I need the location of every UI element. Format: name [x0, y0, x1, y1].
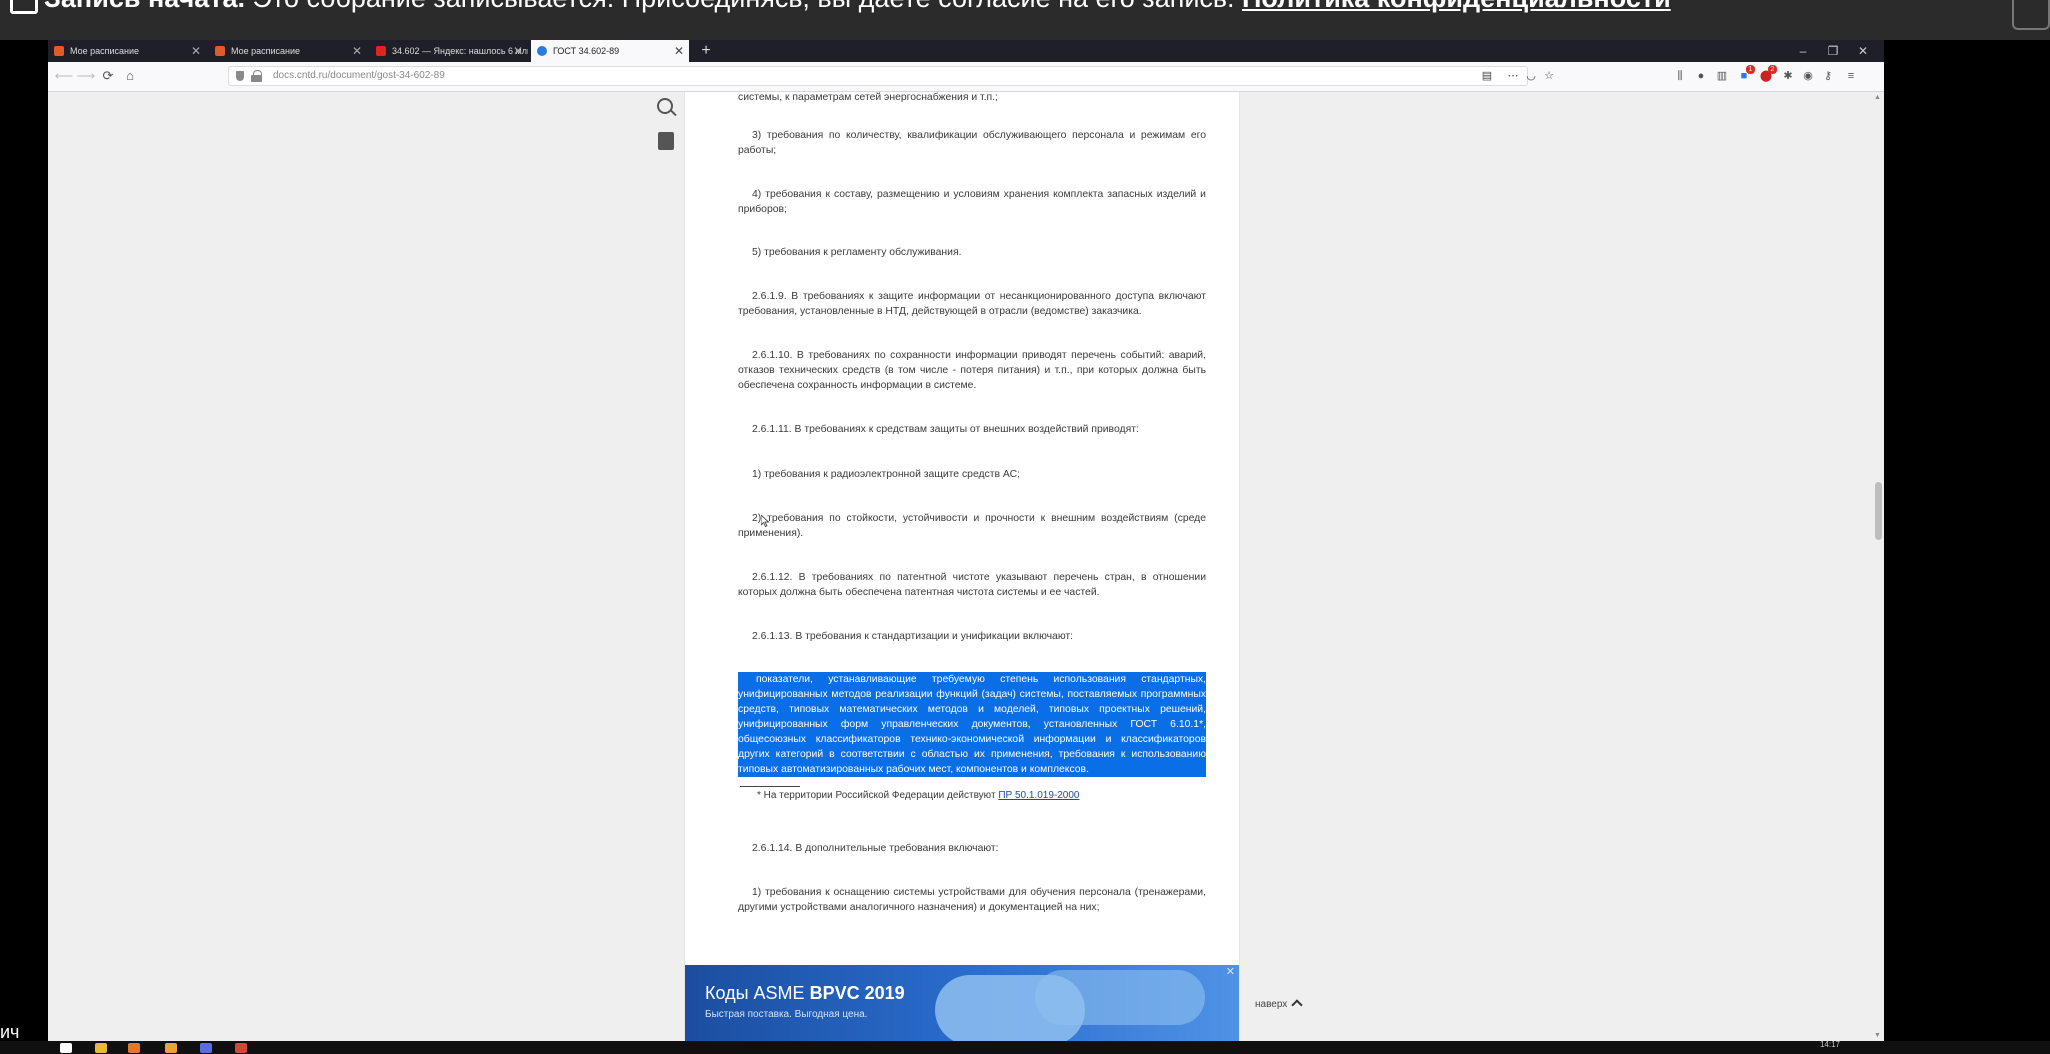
- ad-title: Коды ASME BPVC 2019: [705, 983, 905, 1004]
- app-icon[interactable]: [235, 1043, 247, 1053]
- footnote-divider: [740, 786, 800, 787]
- doc-paragraph: 2.6.1.9. В требованиях к защите информац…: [738, 291, 1206, 317]
- tab-gost-34-602-89[interactable]: ГОСТ 34.602-89 ✕: [531, 40, 689, 62]
- advertisement-banner[interactable]: Коды ASME BPVC 2019 Быстрая поставка. Вы…: [685, 965, 1239, 1041]
- navigation-toolbar: ⟵ ⟶ ⟳ ⌂ docs.cntd.ru/document/gost-34-60…: [48, 62, 1884, 92]
- recording-icon: [10, 0, 38, 14]
- ad-close-icon[interactable]: ✕: [1226, 965, 1235, 978]
- maximize-button[interactable]: ❐: [1818, 40, 1848, 62]
- app-icon[interactable]: [165, 1043, 177, 1053]
- doc-paragraph: 5) требования к регламенту обслуживания.: [752, 247, 962, 258]
- scrollbar-thumb[interactable]: [1875, 482, 1882, 540]
- account-icon[interactable]: ◉: [1800, 68, 1816, 84]
- doc-paragraph: 1) требования к оснащению системы устрой…: [738, 887, 1206, 913]
- new-tab-button[interactable]: +: [696, 40, 716, 62]
- tab-my-schedule-1[interactable]: Мое расписание ✕: [48, 40, 206, 62]
- recording-banner: Запись начата. Это собрание записывается…: [0, 0, 2050, 40]
- tab-title: ГОСТ 34.602-89: [553, 46, 620, 56]
- close-tab-icon[interactable]: ✕: [674, 40, 684, 62]
- close-window-button[interactable]: ✕: [1848, 40, 1878, 62]
- tab-title: 34.602 — Яндекс: нашлось 6 млн: [392, 46, 528, 56]
- tab-title: Мое расписание: [70, 46, 140, 56]
- teams-icon[interactable]: [200, 1043, 212, 1053]
- back-to-top-link[interactable]: наверх: [1255, 999, 1303, 1011]
- scroll-down-icon[interactable]: ▼: [1874, 1032, 1881, 1039]
- menu-icon[interactable]: ≡: [1843, 68, 1859, 84]
- reader-view-icon[interactable]: ▤: [1479, 68, 1495, 84]
- yandex-favicon-icon: [376, 46, 386, 56]
- site-favicon-icon: [54, 46, 64, 56]
- participant-caption: ич: [0, 1022, 20, 1042]
- doc-paragraph: 3) требования по количеству, квалификаци…: [738, 130, 1206, 156]
- tracking-shield-icon[interactable]: [236, 71, 244, 81]
- page-scrollbar[interactable]: ▲ ▼: [1872, 92, 1884, 1041]
- windows-start-icon[interactable]: [60, 1043, 72, 1053]
- doc-paragraph: 2.6.1.14. В дополнительные требования вк…: [752, 843, 999, 854]
- banner-button[interactable]: [2012, 0, 2050, 30]
- adblock-badge: 2: [1768, 65, 1777, 74]
- scroll-up-icon[interactable]: ▲: [1874, 94, 1881, 101]
- minimize-button[interactable]: –: [1788, 40, 1818, 62]
- doc-paragraph: 1) требования к радиоэлектронной защите …: [752, 469, 1021, 480]
- doc-paragraph: 2) требования по стойкости, устойчивости…: [738, 513, 1206, 539]
- footnote-link[interactable]: ПР 50.1.019-2000: [998, 790, 1079, 801]
- cntd-favicon-icon: [537, 46, 547, 56]
- close-tab-icon[interactable]: ✕: [513, 40, 523, 62]
- sidebar-icon[interactable]: ▥: [1714, 68, 1730, 84]
- tab-yandex-search[interactable]: 34.602 — Яндекс: нашлось 6 млн ✕: [370, 40, 528, 62]
- ad-subtitle: Быстрая поставка. Выгодная цена.: [705, 1009, 868, 1020]
- footnote: * На территории Российской Федерации дей…: [757, 789, 1079, 803]
- key-icon[interactable]: ⚷: [1820, 68, 1836, 84]
- address-bar[interactable]: docs.cntd.ru/document/gost-34-602-89 ▤ ⋯…: [228, 66, 1554, 86]
- extension-2-icon[interactable]: ✱: [1780, 68, 1796, 84]
- reload-button[interactable]: ⟳: [98, 66, 118, 86]
- close-tab-icon[interactable]: ✕: [191, 40, 201, 62]
- firefox-icon[interactable]: [128, 1043, 140, 1053]
- url-text[interactable]: docs.cntd.ru/document/gost-34-602-89: [273, 67, 445, 85]
- footnote-text: * На территории Российской Федерации дей…: [757, 790, 996, 801]
- adblock-icon[interactable]: ⬤ 2: [1758, 65, 1777, 84]
- page-actions-icon[interactable]: ⋯: [1505, 68, 1521, 84]
- privacy-policy-link[interactable]: Политика конфиденциальности: [1242, 0, 1671, 13]
- extension-icon[interactable]: ■ 1: [1736, 65, 1755, 84]
- bookmark-star-icon[interactable]: ☆: [1541, 68, 1557, 84]
- book-icon[interactable]: [658, 132, 674, 150]
- recording-banner-text: Запись начата. Это собрание записывается…: [44, 0, 1671, 14]
- ad-brand: Коды ASME: [705, 983, 805, 1003]
- tab-title: Мое расписание: [231, 46, 301, 56]
- chevron-up-icon: [1291, 999, 1303, 1011]
- tank-image: [1035, 970, 1205, 1025]
- selected-text[interactable]: показатели, устанавливающие требуемую ст…: [738, 672, 1206, 777]
- ad-brand-bold: BPVC 2019: [809, 983, 905, 1003]
- tab-bar: Мое расписание ✕ Мое расписание ✕ 34.602…: [48, 40, 1884, 62]
- doc-paragraph: 2.6.1.13. В требования к стандартизации …: [752, 631, 1074, 642]
- mouse-cursor-icon: [761, 515, 769, 527]
- back-to-top-label: наверх: [1255, 999, 1288, 1010]
- taskbar-clock: 14:17: [1819, 1040, 1840, 1049]
- browser-window: Мое расписание ✕ Мое расписание ✕ 34.602…: [48, 40, 1884, 1041]
- taskbar: [0, 1041, 2050, 1054]
- doc-paragraph: 4) требования к составу, размещению и ус…: [738, 189, 1206, 215]
- home-button[interactable]: ⌂: [120, 66, 140, 86]
- library-icon[interactable]: ⫼: [1672, 68, 1688, 84]
- forward-button[interactable]: ⟶: [76, 66, 96, 86]
- file-explorer-icon[interactable]: [95, 1043, 107, 1053]
- doc-paragraph: 2.6.1.12. В требованиях по патентной чис…: [738, 572, 1206, 598]
- page-viewport: системы, к параметрам сетей энергоснабже…: [48, 92, 1884, 1041]
- site-favicon-icon: [215, 46, 225, 56]
- search-icon[interactable]: [657, 98, 673, 114]
- sync-icon[interactable]: ●: [1693, 68, 1709, 84]
- close-tab-icon[interactable]: ✕: [352, 40, 362, 62]
- document-page: системы, к параметрам сетей энергоснабже…: [684, 92, 1240, 1041]
- back-button[interactable]: ⟵: [54, 66, 74, 86]
- recording-banner-message: Это собрание записывается. Присоединясь,…: [253, 0, 1235, 13]
- doc-paragraph: 2.6.1.10. В требованиях по сохранности и…: [738, 350, 1206, 391]
- lock-body-icon: [251, 75, 262, 82]
- doc-paragraph: 2.6.1.11. В требованиях к средствам защи…: [752, 424, 1139, 435]
- recording-banner-strong: Запись начата.: [44, 0, 245, 13]
- tab-my-schedule-2[interactable]: Мое расписание ✕: [209, 40, 367, 62]
- extension-badge: 1: [1746, 65, 1755, 74]
- doc-paragraph: системы, к параметрам сетей энергоснабже…: [738, 92, 998, 103]
- pocket-icon[interactable]: ◡: [1523, 68, 1539, 84]
